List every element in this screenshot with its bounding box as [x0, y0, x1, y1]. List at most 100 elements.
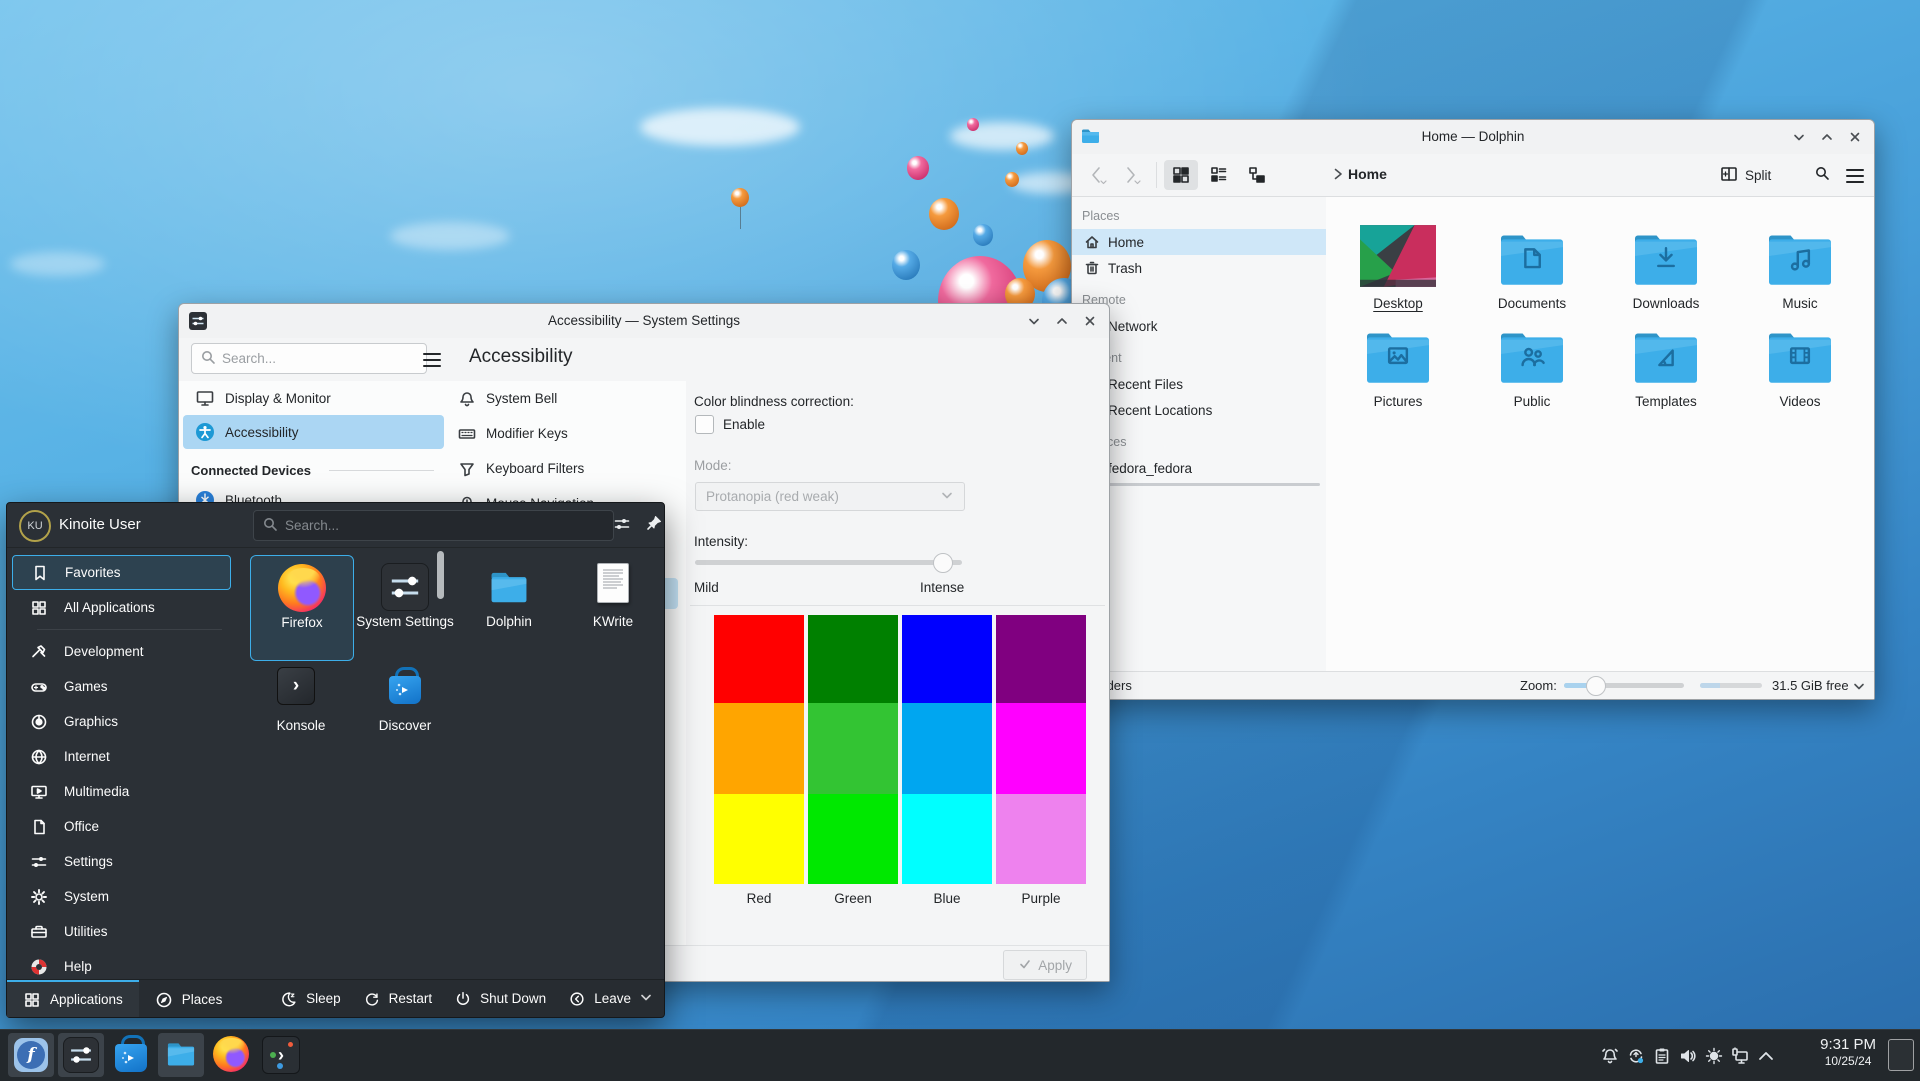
- folder-item[interactable]: Desktop: [1338, 225, 1458, 311]
- volume-icon[interactable]: [1678, 1046, 1698, 1066]
- forward-button[interactable]: [1120, 164, 1142, 186]
- access-icon: [195, 422, 215, 442]
- category-row[interactable]: Accessibility: [183, 415, 444, 449]
- tree-view-button[interactable]: [1240, 160, 1274, 190]
- sidebar-item[interactable]: Settings: [12, 844, 231, 879]
- enable-row[interactable]: Enable: [695, 415, 765, 434]
- taskbar-fedora-launcher[interactable]: f: [8, 1033, 54, 1077]
- favorite-app-firefox[interactable]: Firefox: [250, 555, 354, 661]
- close-icon[interactable]: [1081, 312, 1099, 330]
- intensity-slider[interactable]: [695, 560, 962, 565]
- subpage-row[interactable]: Modifier Keys: [448, 416, 686, 451]
- place-row[interactable]: Devices: [1072, 429, 1326, 455]
- sidebar-item[interactable]: Office: [12, 809, 231, 844]
- icons-view-button[interactable]: [1164, 160, 1198, 190]
- sidebar-item[interactable]: All Applications: [12, 590, 231, 625]
- search-input[interactable]: Search...: [253, 510, 614, 541]
- bookmark-icon: [31, 564, 49, 582]
- apply-button[interactable]: Apply: [1003, 950, 1087, 980]
- folder-item[interactable]: Pictures: [1338, 323, 1458, 409]
- sidebar-item[interactable]: Games: [12, 669, 231, 704]
- maximize-icon[interactable]: [1053, 312, 1071, 330]
- sidebar-item[interactable]: Favorites: [12, 555, 231, 590]
- favorite-app-kwrite[interactable]: KWrite: [562, 555, 664, 659]
- breadcrumb[interactable]: Home: [1348, 166, 1387, 182]
- dolphin-folder-view[interactable]: Desktop Documents Downloads Music Pictur…: [1326, 197, 1874, 672]
- swatch-column: Blue: [902, 615, 992, 906]
- sidebar-item[interactable]: Development: [12, 634, 231, 669]
- updates-icon[interactable]: [1626, 1046, 1646, 1066]
- details-view-button[interactable]: [1202, 160, 1236, 190]
- split-button[interactable]: Split: [1720, 166, 1771, 185]
- color-swatch: [714, 703, 804, 794]
- sidebar-item[interactable]: [21, 625, 222, 634]
- color-swatch: [996, 615, 1086, 703]
- subpage-row[interactable]: Keyboard Filters: [448, 451, 686, 486]
- place-row[interactable]: Places: [1072, 203, 1326, 229]
- place-row[interactable]: Recent Files: [1072, 371, 1326, 397]
- folder-item[interactable]: Music: [1740, 225, 1860, 311]
- menu-icon[interactable]: [1846, 169, 1864, 183]
- place-row[interactable]: fedora_fedora: [1072, 455, 1326, 481]
- folder-item[interactable]: Public: [1472, 323, 1592, 409]
- tab-applications[interactable]: Applications: [7, 980, 139, 1017]
- sidebar-item[interactable]: Utilities: [12, 914, 231, 949]
- category-row[interactable]: Connected Devices: [183, 457, 444, 483]
- enable-checkbox[interactable]: [695, 415, 714, 434]
- restart-button[interactable]: Restart: [352, 980, 444, 1017]
- sidebar-item[interactable]: Internet: [12, 739, 231, 774]
- favorite-app-dolphin[interactable]: Dolphin: [458, 555, 560, 659]
- folder-item[interactable]: Templates: [1606, 323, 1726, 409]
- taskbar-dolphin[interactable]: [158, 1033, 204, 1077]
- zoom-slider[interactable]: [1564, 683, 1684, 688]
- statusbar-chevron-icon[interactable]: [1852, 679, 1866, 696]
- sleep-button[interactable]: Sleep: [269, 980, 352, 1017]
- place-row[interactable]: Recent Locations: [1072, 397, 1326, 423]
- folder-item[interactable]: Videos: [1740, 323, 1860, 409]
- tab-places[interactable]: Places: [139, 980, 239, 1017]
- brightness-icon[interactable]: [1704, 1046, 1724, 1066]
- place-row[interactable]: Home: [1072, 229, 1326, 255]
- leave-button[interactable]: Leave: [557, 980, 664, 1017]
- toolbar-separator: [1156, 162, 1157, 188]
- subpage-row[interactable]: System Bell: [448, 381, 686, 416]
- place-row[interactable]: Remote: [1072, 287, 1326, 313]
- close-icon[interactable]: [1846, 128, 1864, 146]
- back-button[interactable]: [1086, 164, 1108, 186]
- category-row[interactable]: Display & Monitor: [183, 381, 444, 415]
- search-icon[interactable]: [1814, 165, 1830, 184]
- minimize-icon[interactable]: [1025, 312, 1043, 330]
- taskbar-terminal[interactable]: ›: [258, 1033, 304, 1077]
- sidebar-item[interactable]: Multimedia: [12, 774, 231, 809]
- clipboard-icon[interactable]: [1652, 1046, 1672, 1066]
- maximize-icon[interactable]: [1818, 128, 1836, 146]
- sidebar-scrollbar[interactable]: [437, 551, 444, 599]
- place-row[interactable]: Network: [1072, 313, 1326, 339]
- place-row[interactable]: Trash: [1072, 255, 1326, 281]
- notifications-icon[interactable]: [1600, 1046, 1620, 1066]
- taskbar-firefox[interactable]: [208, 1033, 254, 1077]
- shut-down-button[interactable]: Shut Down: [443, 980, 557, 1017]
- avatar[interactable]: KU: [19, 510, 51, 542]
- taskbar-discover[interactable]: [108, 1033, 154, 1077]
- folder-item[interactable]: Downloads: [1606, 225, 1726, 311]
- favorite-app-discover[interactable]: Discover: [354, 659, 456, 763]
- folder-item[interactable]: Documents: [1472, 225, 1592, 311]
- configure-icon[interactable]: [613, 515, 631, 536]
- dolphin-titlebar[interactable]: Home — Dolphin: [1072, 120, 1874, 154]
- network-pc-icon[interactable]: [1730, 1046, 1750, 1066]
- favorite-app-konsole[interactable]: ›Konsole: [250, 659, 352, 763]
- sidebar-item[interactable]: Graphics: [12, 704, 231, 739]
- minimize-icon[interactable]: [1790, 128, 1808, 146]
- expand-icon[interactable]: [1756, 1046, 1776, 1066]
- mode-dropdown[interactable]: Protanopia (red weak): [695, 482, 965, 511]
- clock[interactable]: 9:31 PM 10/25/24: [1820, 1036, 1876, 1070]
- search-input[interactable]: Search...: [191, 343, 427, 374]
- syset-titlebar[interactable]: Accessibility — System Settings: [179, 304, 1109, 338]
- show-desktop-button[interactable]: [1888, 1039, 1914, 1071]
- taskbar-system-settings[interactable]: [58, 1033, 104, 1077]
- sidebar-item[interactable]: System: [12, 879, 231, 914]
- place-row[interactable]: Recent: [1072, 345, 1326, 371]
- pin-icon[interactable]: [645, 514, 663, 535]
- menu-icon[interactable]: [423, 353, 441, 367]
